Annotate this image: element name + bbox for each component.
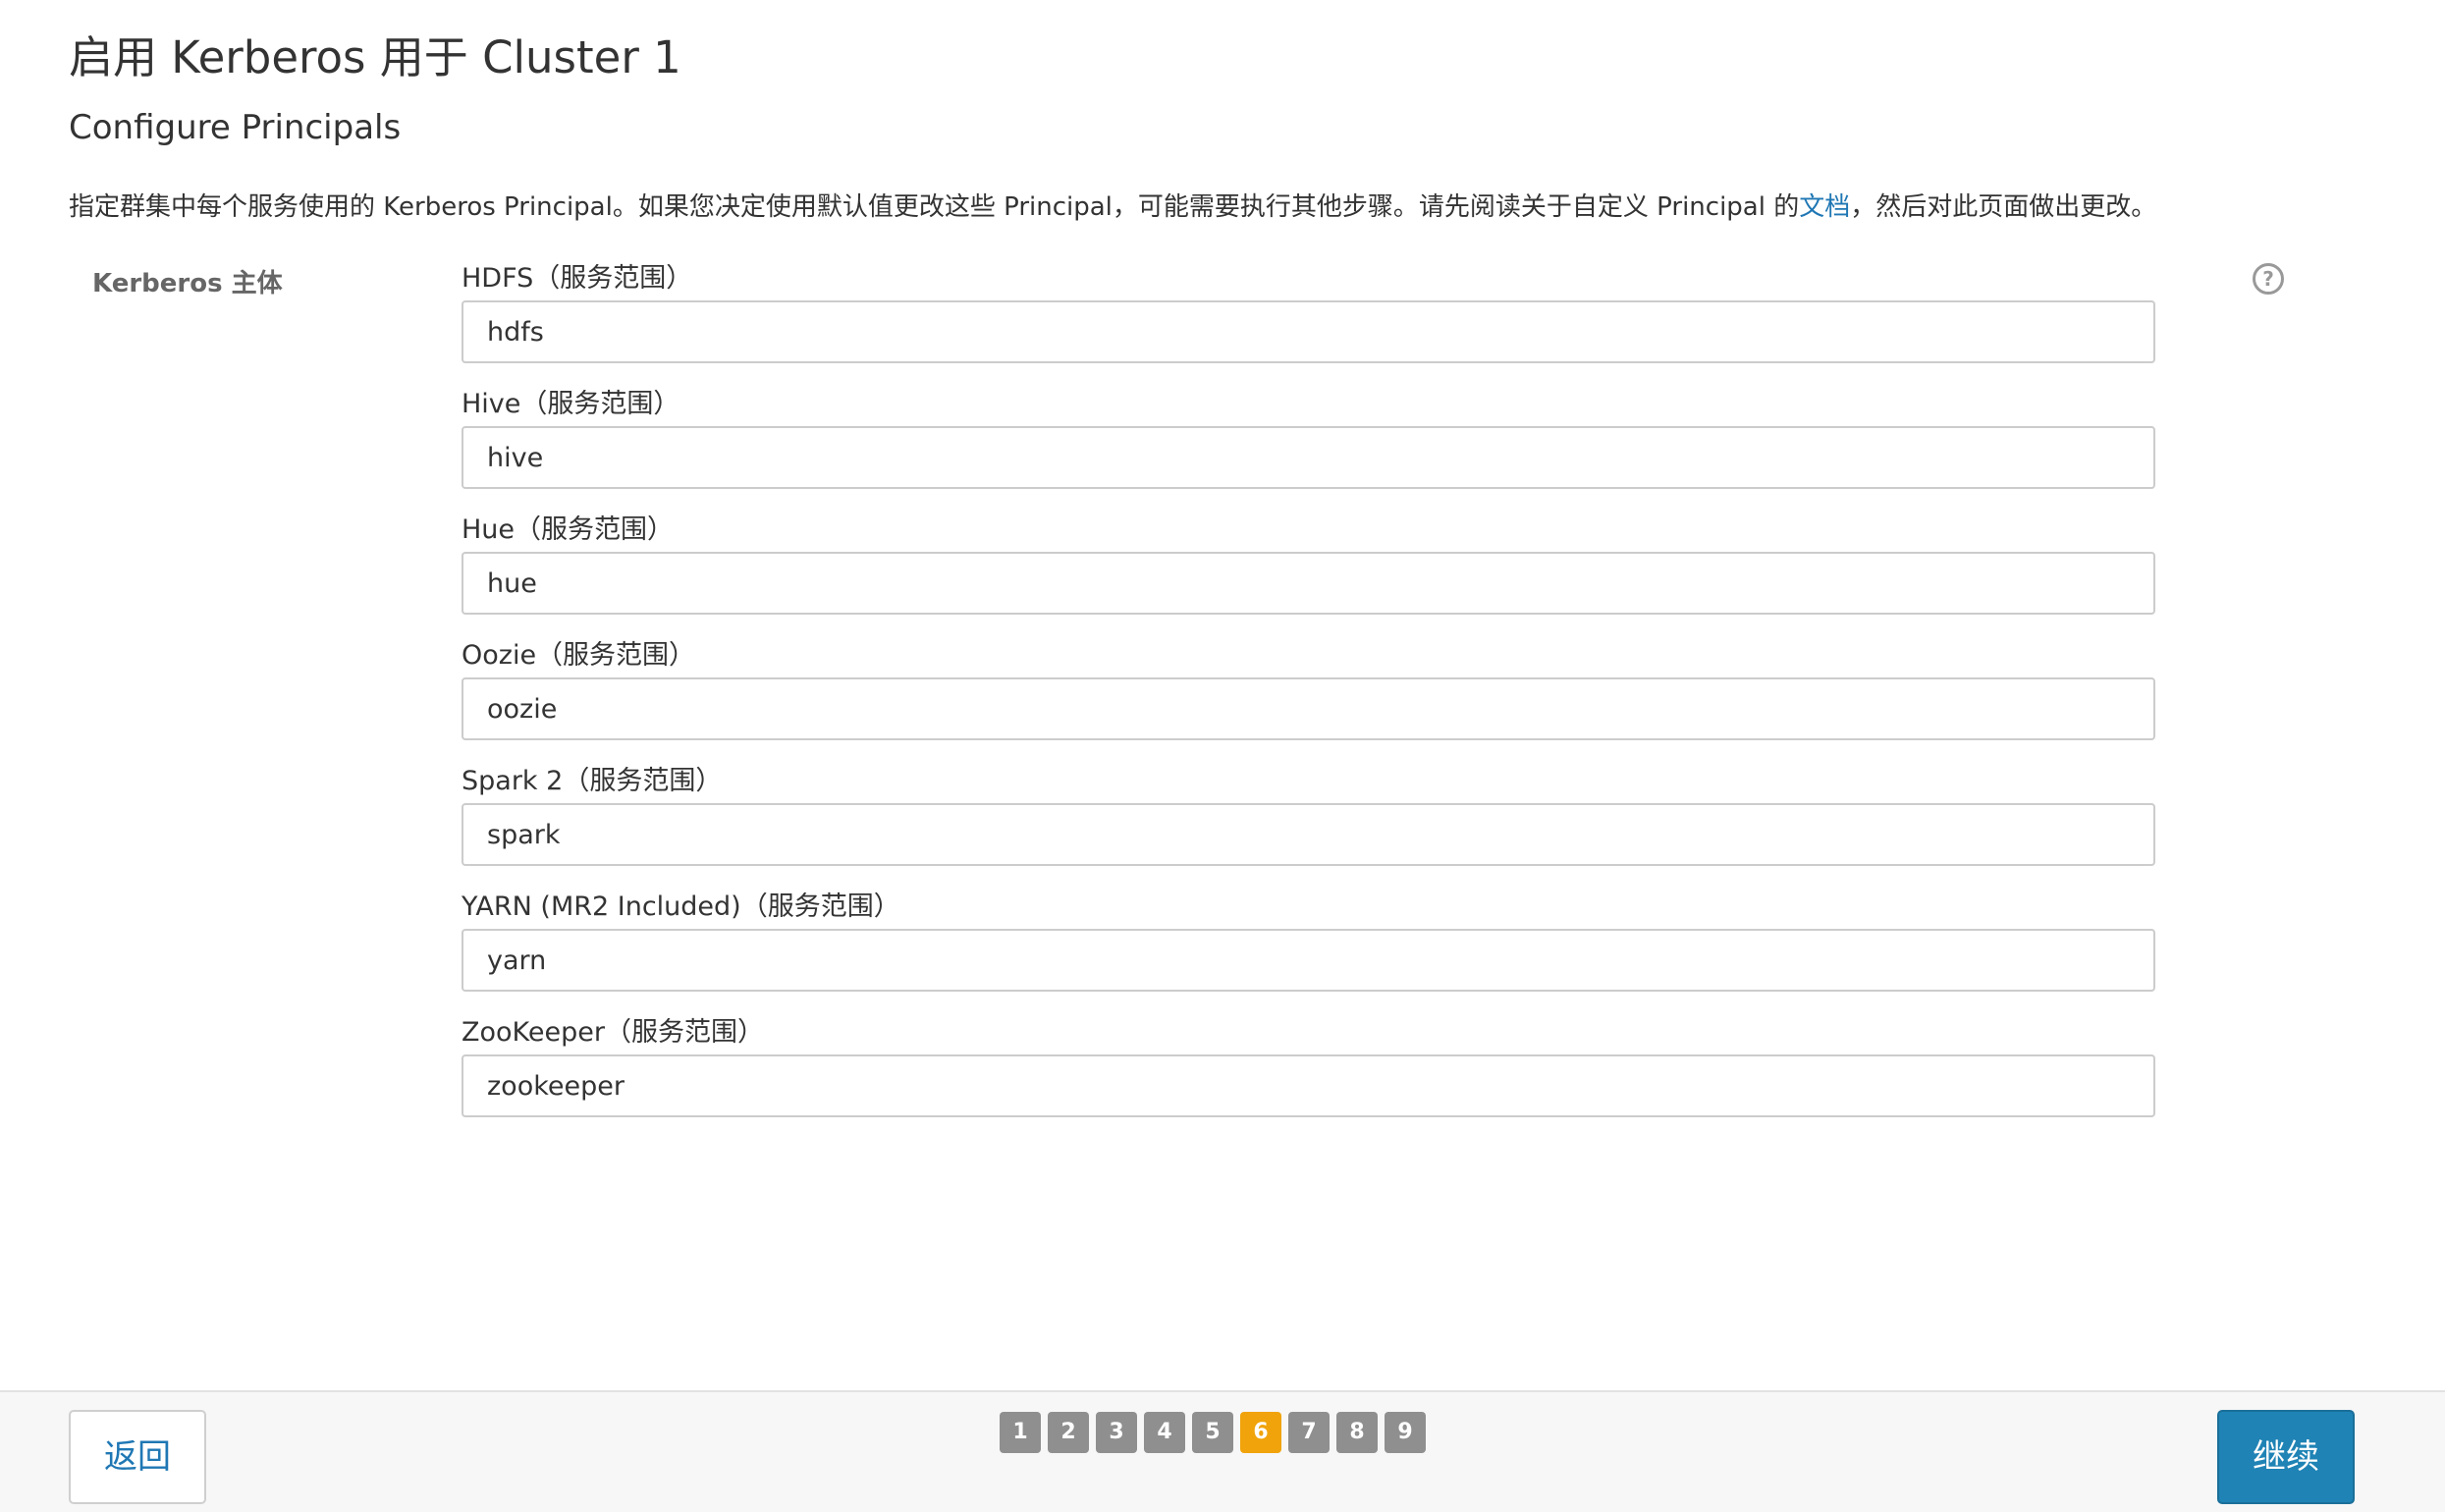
- wizard-footer: 返回 1 2 3 4 5 6 7 8 9 继续: [0, 1390, 2445, 1512]
- back-button[interactable]: 返回: [69, 1410, 206, 1504]
- field-spark2: Spark 2（服务范围）: [462, 764, 2155, 890]
- hdfs-principal-input[interactable]: [462, 300, 2155, 363]
- step-4: 4: [1144, 1412, 1185, 1453]
- help-icon[interactable]: ?: [2253, 263, 2284, 295]
- field-hue: Hue（服务范围）: [462, 513, 2155, 638]
- description-text-end: ，然后对此页面做出更改。: [1850, 192, 2157, 222]
- step-6-active: 6: [1240, 1412, 1281, 1453]
- spark2-principal-input[interactable]: [462, 803, 2155, 866]
- step-1: 1: [1000, 1412, 1041, 1453]
- step-9: 9: [1385, 1412, 1426, 1453]
- section-title: Configure Principals: [69, 108, 402, 147]
- step-3: 3: [1096, 1412, 1137, 1453]
- field-label-yarn: YARN (MR2 Included)（服务范围）: [462, 891, 900, 922]
- field-label-hdfs: HDFS（服务范围）: [462, 263, 693, 294]
- step-8: 8: [1336, 1412, 1378, 1453]
- description-text: 指定群集中每个服务使用的 Kerberos Principal。如果您决定使用默…: [69, 192, 1800, 222]
- wizard-steps: 1 2 3 4 5 6 7 8 9: [1000, 1412, 1433, 1453]
- description: 指定群集中每个服务使用的 Kerberos Principal。如果您决定使用默…: [69, 187, 2156, 223]
- field-zookeeper: ZooKeeper（服务范围）: [462, 1015, 2155, 1141]
- hive-principal-input[interactable]: [462, 426, 2155, 489]
- oozie-principal-input[interactable]: [462, 677, 2155, 740]
- field-yarn: YARN (MR2 Included)（服务范围）: [462, 890, 2155, 1015]
- field-hive: Hive（服务范围）: [462, 387, 2155, 513]
- page-title: 启用 Kerberos 用于 Cluster 1: [69, 31, 681, 83]
- documentation-link[interactable]: 文档: [1799, 192, 1850, 222]
- yarn-principal-input[interactable]: [462, 929, 2155, 992]
- kerberos-principal-label: Kerberos 主体: [92, 269, 283, 298]
- step-5: 5: [1192, 1412, 1233, 1453]
- field-label-hue: Hue（服务范围）: [462, 514, 675, 545]
- continue-button[interactable]: 继续: [2217, 1410, 2355, 1504]
- field-label-hive: Hive（服务范围）: [462, 389, 680, 419]
- zookeeper-principal-input[interactable]: [462, 1054, 2155, 1117]
- page: 启用 Kerberos 用于 Cluster 1 Configure Princ…: [0, 0, 2445, 1512]
- field-label-spark2: Spark 2（服务范围）: [462, 766, 723, 796]
- field-oozie: Oozie（服务范围）: [462, 638, 2155, 764]
- field-hdfs: HDFS（服务范围）: [462, 261, 2155, 387]
- step-2: 2: [1048, 1412, 1089, 1453]
- field-label-zookeeper: ZooKeeper（服务范围）: [462, 1017, 764, 1048]
- hue-principal-input[interactable]: [462, 552, 2155, 615]
- field-label-oozie: Oozie（服务范围）: [462, 640, 696, 671]
- principal-fields: HDFS（服务范围） Hive（服务范围） Hue（服务范围） Oozie（服务…: [462, 261, 2155, 1141]
- step-7: 7: [1288, 1412, 1330, 1453]
